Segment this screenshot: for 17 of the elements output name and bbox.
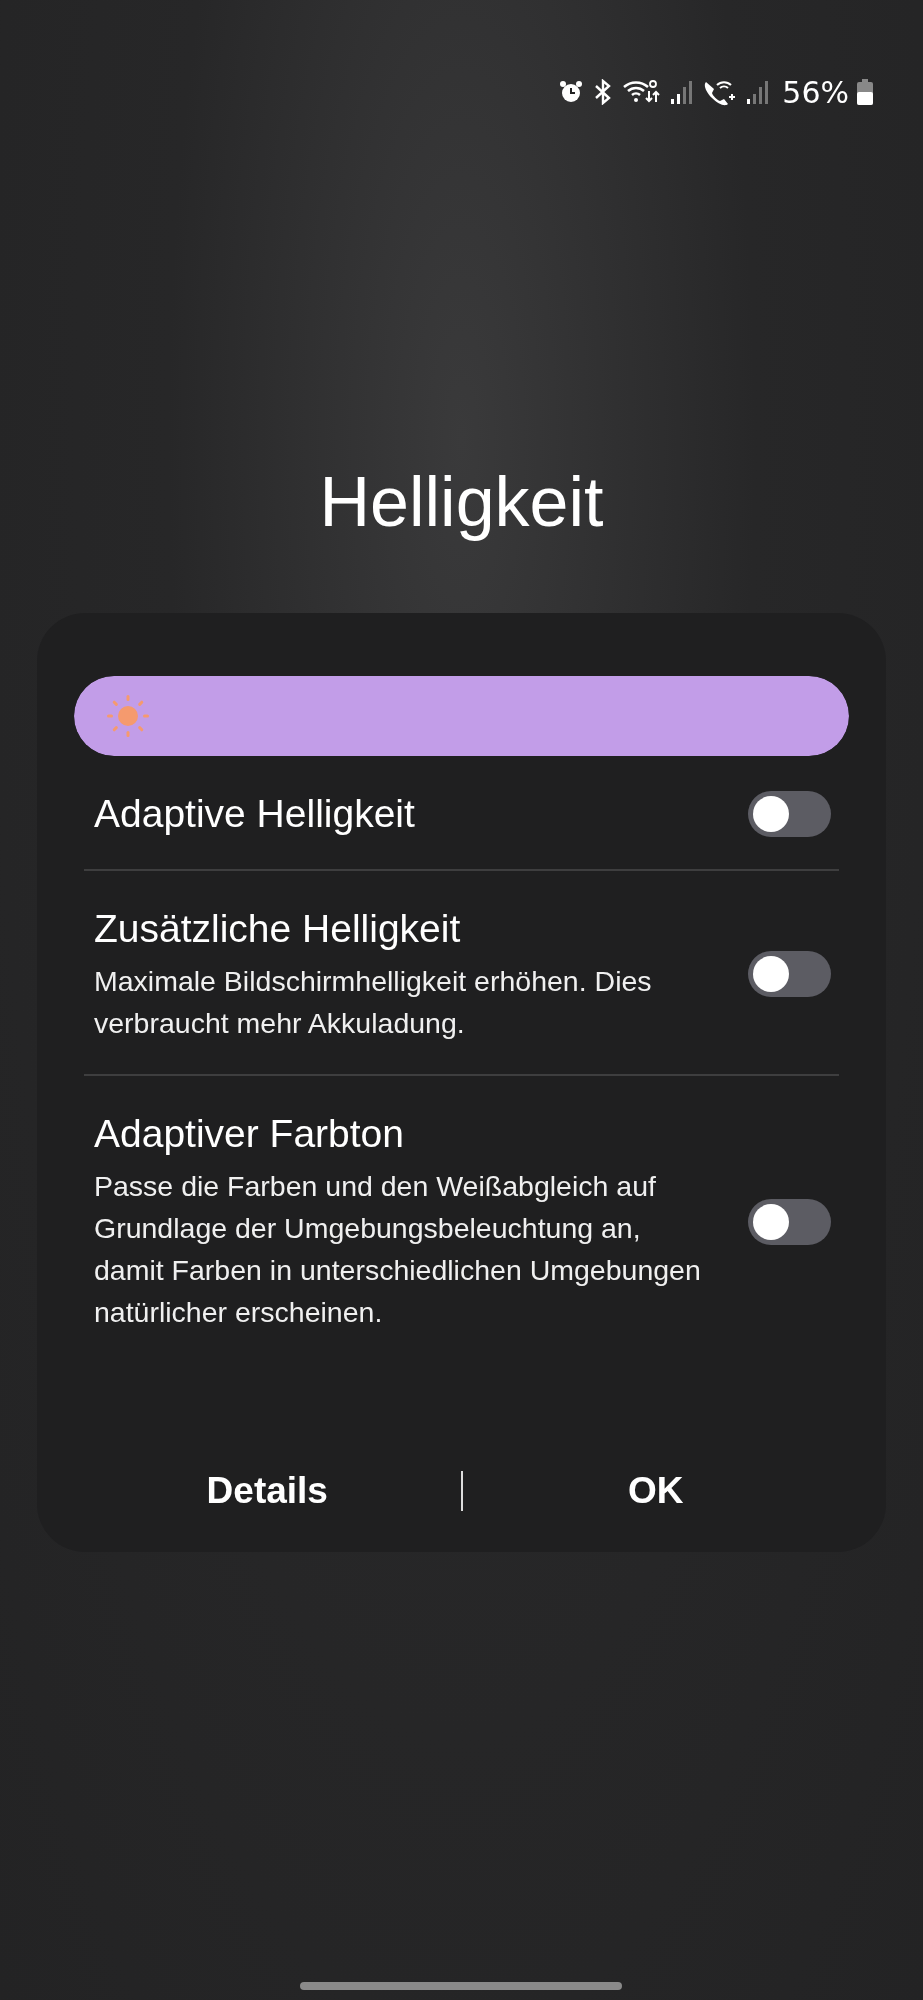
- toggle-switch[interactable]: [748, 951, 831, 998]
- setting-title: Adaptive Helligkeit: [94, 791, 416, 837]
- toggle-switch[interactable]: [748, 1198, 831, 1245]
- dialog-button[interactable]: Details: [74, 1458, 461, 1525]
- signal-icon: [670, 79, 695, 105]
- signal-icon: [746, 79, 771, 105]
- setting-description: Maximale Bildschirmhelligkeit erhöhen. Dies verbraucht mehr Akkuladung.: [94, 963, 653, 1041]
- sun-icon: [106, 694, 150, 738]
- dialog-title: Helligkeit: [318, 462, 605, 543]
- setting-title: Zusätzliche Helligkeit: [94, 905, 462, 952]
- alarm-icon: [558, 79, 585, 105]
- toggle-switch[interactable]: [748, 791, 831, 838]
- battery-percentage: 56%: [782, 74, 849, 110]
- dialog-button[interactable]: OK: [462, 1458, 849, 1525]
- setting-description: Passe die Farben und den Weißabgleich auf Grundlage der Umgebungsbeleuchtung an, damit Farben in unterschiedlichen Umgebungen natürlicher erscheinen.: [94, 1168, 702, 1331]
- battery-icon: [857, 79, 873, 105]
- setting-title: Adaptiver Farbton: [94, 1110, 405, 1157]
